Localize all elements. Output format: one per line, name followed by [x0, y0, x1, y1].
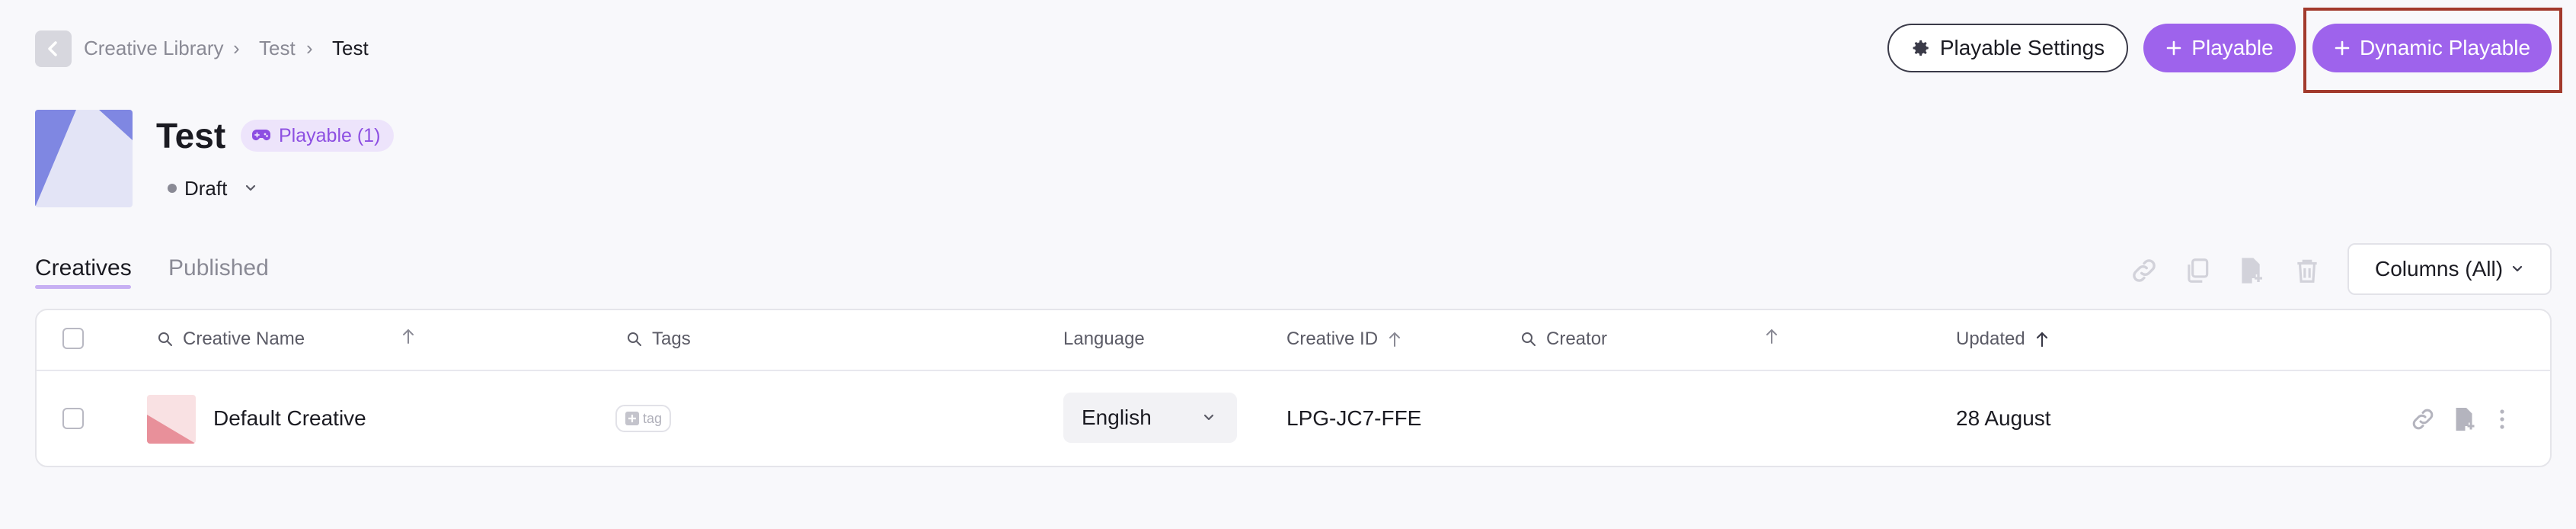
breadcrumb-separator: › [233, 37, 240, 59]
columns-select-label: Columns (All) [2375, 257, 2504, 281]
file-add-icon[interactable] [2235, 255, 2267, 287]
active-tab-indicator [35, 285, 131, 289]
column-header-creative-id[interactable]: Creative ID [1286, 327, 1402, 351]
table-row[interactable]: Default Creative tag English LPG-JC7-FFE… [37, 371, 2550, 466]
search-icon [1522, 332, 1536, 346]
tag-placeholder: tag [643, 410, 663, 426]
chevron-down-icon [246, 184, 256, 191]
column-header-creator[interactable]: Creator [1520, 327, 1607, 351]
tab-published[interactable]: Published [168, 253, 269, 284]
add-playable-label: Playable [2191, 36, 2274, 59]
gamepad-icon [252, 130, 270, 140]
playable-count-label: Playable (1) [279, 124, 381, 146]
gear-icon [1913, 40, 1929, 56]
chevron-left-icon [48, 41, 57, 56]
sort-creator[interactable] [1764, 327, 1779, 345]
updated-date: 28 August [1956, 406, 2051, 430]
copy-icon[interactable] [2181, 255, 2213, 287]
status-dot [168, 184, 177, 193]
plus-square-icon [625, 412, 639, 425]
row-file-add-icon[interactable] [2450, 405, 2479, 434]
creative-thumbnail [147, 395, 196, 444]
search-icon [628, 332, 641, 346]
column-label: Updated [1956, 329, 2025, 349]
breadcrumb-test[interactable]: Test [259, 35, 296, 61]
creative-id: LPG-JC7-FFE [1286, 406, 1422, 430]
status-label: Draft [184, 176, 228, 200]
creatives-table: Creative Name Tags Language Creative ID … [35, 309, 2552, 467]
tab-creatives[interactable]: Creatives [35, 253, 132, 284]
project-thumbnail [35, 110, 133, 207]
column-label: Language [1063, 329, 1145, 349]
plus-icon [2166, 40, 2181, 56]
playable-settings-label: Playable Settings [1939, 36, 2105, 59]
column-label: Creative Name [183, 329, 305, 349]
columns-select[interactable]: Columns (All) [2347, 243, 2552, 295]
row-link-icon[interactable] [2408, 405, 2437, 434]
creative-name[interactable]: Default Creative [213, 405, 366, 432]
status-dropdown[interactable]: Draft [168, 175, 259, 201]
column-label: Creative ID [1286, 329, 1379, 349]
search-icon [158, 332, 172, 346]
playable-settings-button[interactable]: Playable Settings [1887, 24, 2128, 72]
column-label: Creator [1546, 329, 1608, 349]
link-icon[interactable] [2128, 255, 2160, 287]
breadcrumb-creative-library[interactable]: Creative Library [84, 35, 224, 61]
table-header: Creative Name Tags Language Creative ID … [37, 310, 2550, 371]
select-all-checkbox[interactable] [62, 328, 84, 349]
chevron-down-icon [1203, 414, 1214, 421]
language-value: English [1082, 406, 1152, 429]
breadcrumb-separator: › [306, 37, 313, 59]
chevron-down-icon [2512, 265, 2523, 272]
arrow-up-icon [1389, 332, 1401, 347]
column-header-creative-name[interactable]: Creative Name [157, 327, 305, 351]
column-header-updated[interactable]: Updated [1956, 327, 2050, 351]
language-select[interactable]: English [1063, 393, 1237, 443]
arrow-up-icon [403, 329, 414, 344]
add-tag-chip[interactable]: tag [615, 405, 672, 432]
sort-creative-name[interactable] [401, 327, 416, 345]
column-header-language: Language [1063, 327, 1145, 351]
playable-count-badge: Playable (1) [241, 120, 395, 152]
trash-icon[interactable] [2291, 255, 2323, 287]
breadcrumb-current: Test [332, 37, 369, 59]
row-more-icon[interactable] [2488, 405, 2517, 434]
column-label: Tags [652, 329, 691, 349]
row-checkbox[interactable] [62, 408, 84, 429]
add-playable-button[interactable]: Playable [2143, 24, 2296, 72]
highlight-frame [2303, 8, 2562, 93]
column-header-tags[interactable]: Tags [626, 327, 691, 351]
arrow-up-icon [1766, 329, 1777, 344]
arrow-up-icon [2036, 332, 2047, 348]
project-title: Test [156, 116, 226, 155]
back-button[interactable] [35, 30, 72, 67]
